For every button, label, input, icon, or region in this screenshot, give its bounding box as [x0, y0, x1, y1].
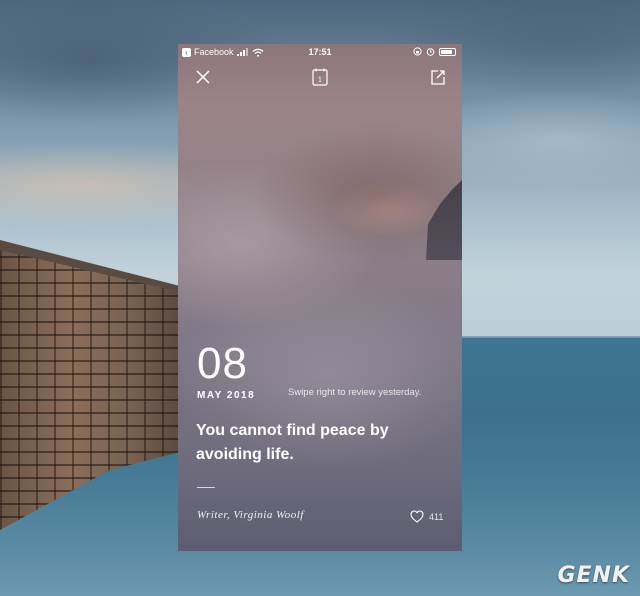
status-bar: ‹ Facebook 17:51: [178, 44, 462, 62]
swipe-hint: Swipe right to review yesterday.: [288, 387, 422, 398]
stone-wall: [0, 0, 180, 596]
phone-screen: ‹ Facebook 17:51 1 08 MAY 2018 Swipe rig…: [178, 44, 462, 551]
date-day: 08: [197, 339, 248, 388]
quote-author: Writer, Virginia Woolf: [197, 509, 304, 521]
mountain-peak: [426, 180, 462, 260]
close-icon: [196, 70, 210, 84]
divider: [197, 487, 215, 488]
like-count: 411: [429, 511, 444, 522]
like-button[interactable]: 411: [410, 510, 443, 523]
heart-icon: [410, 510, 424, 523]
close-button[interactable]: [192, 66, 214, 88]
calendar-icon: 1: [312, 68, 328, 86]
lock-rotation-icon: [413, 47, 422, 56]
watermark-logo: GENK: [557, 563, 630, 588]
status-indicators: [413, 47, 456, 56]
quote-text: You cannot find peace by avoiding life.: [196, 422, 389, 463]
alarm-icon: [426, 48, 435, 56]
wall-bricks: [0, 244, 180, 530]
share-button[interactable]: [427, 66, 449, 88]
calendar-day-label: 1: [318, 77, 322, 84]
date-month-year: MAY 2018: [197, 390, 256, 401]
calendar-button[interactable]: 1: [309, 66, 331, 88]
battery-icon: [439, 47, 456, 56]
share-icon: [431, 70, 445, 85]
